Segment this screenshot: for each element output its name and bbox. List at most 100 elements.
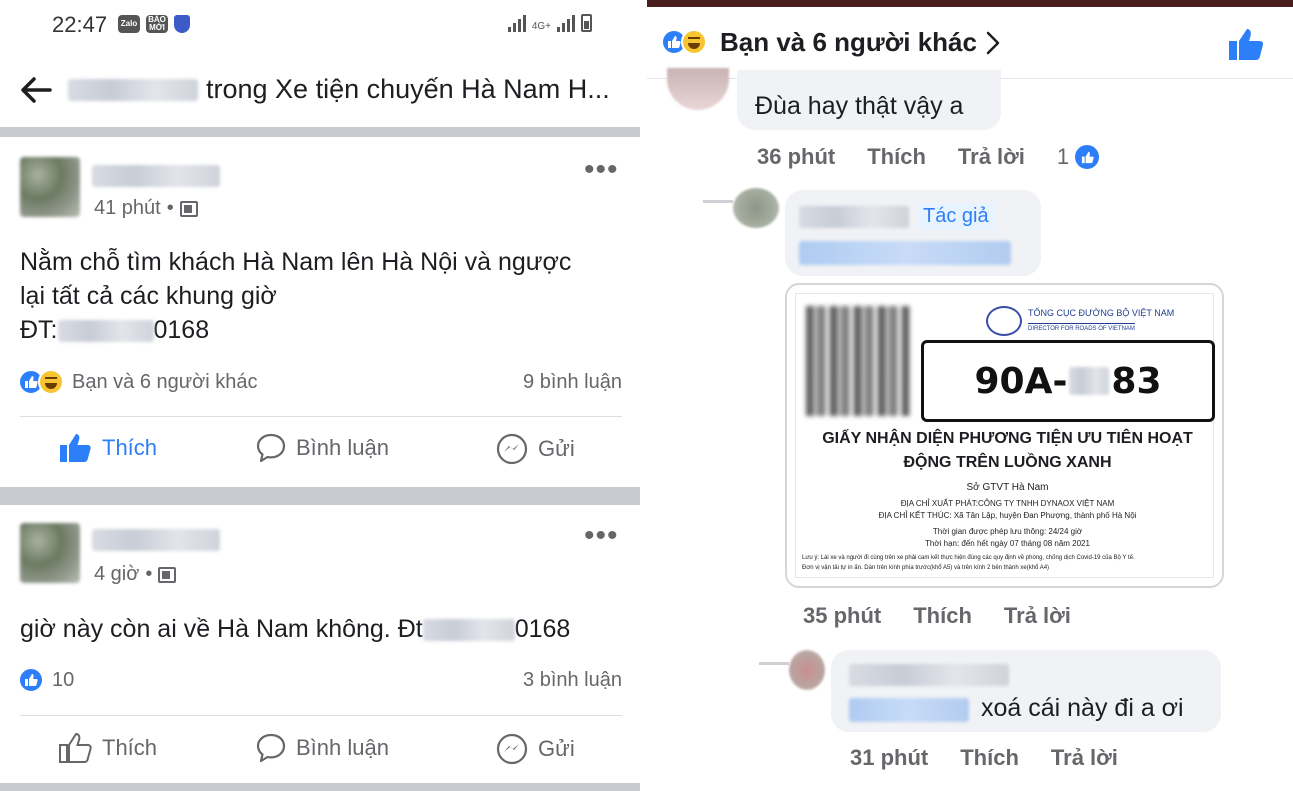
top-strip (647, 0, 1293, 7)
reactions-header-text: Bạn và 6 người khác (720, 27, 977, 57)
left-screenshot: 22:47 Zalo BÁO MỚI 4G+ trong Xe tiện chu… (0, 0, 640, 791)
comment-icon (256, 733, 286, 763)
comment-count[interactable]: 3 bình luận (523, 669, 622, 692)
comment-like-count: 1 (1056, 144, 1070, 169)
post-text-line: Nằm chỗ tìm khách Hà Nam lên Hà Nội và n… (20, 248, 572, 276)
send-button[interactable]: Gửi (496, 733, 575, 765)
blurred-phone (422, 619, 515, 642)
comment-like-button[interactable]: Thích (960, 745, 1019, 771)
reaction-summary[interactable]: 10 3 bình luận (18, 665, 622, 695)
thread-line (759, 662, 789, 665)
comment-actions: 35 phút Thích Trả lời (803, 603, 1103, 629)
post-meta: 41 phút • (94, 197, 198, 220)
agency-logo (986, 306, 1022, 336)
more-icon[interactable]: ••• (584, 521, 619, 551)
group-icon (158, 566, 177, 583)
post-text: giờ này còn ai về Hà Nam không. Đt 0168 (20, 615, 571, 643)
blurred-phone (57, 320, 154, 343)
cert-dept: Sở GTVT Hà Nam (966, 482, 1049, 493)
status-bar: 22:47 Zalo BÁO MỚI 4G+ (0, 0, 640, 50)
post-actions: Thích Bình luận Gửi (0, 433, 640, 473)
like-icon[interactable] (1227, 27, 1263, 61)
haha-icon (38, 369, 64, 395)
avatar[interactable] (789, 650, 825, 690)
blurred-name[interactable] (849, 664, 1009, 686)
like-outline-icon (59, 733, 92, 763)
comment-time[interactable]: 36 phút (757, 144, 835, 170)
avatar[interactable] (667, 68, 729, 110)
author-name-blurred[interactable] (92, 165, 220, 187)
battery-icon (581, 14, 592, 32)
cert-deadline: Thời hạn: đến hết ngày 07 tháng 08 năm 2… (925, 539, 1090, 548)
comment-like-button[interactable]: Thích (867, 144, 926, 170)
cert-title: ĐỘNG TRÊN LUỒNG XANH (903, 454, 1112, 471)
comment-time[interactable]: 31 phút (850, 745, 928, 771)
post-meta: 4 giờ • (94, 563, 177, 586)
comment-button[interactable]: Bình luận (256, 433, 389, 463)
reaction-summary[interactable]: Bạn và 6 người khác 9 bình luận (18, 367, 622, 397)
comment-attachment-image[interactable]: TỔNG CỤC ĐƯỜNG BỘ VIỆT NAM DIRECTOR FOR … (785, 283, 1224, 588)
signal-icon (507, 14, 526, 32)
reactions-header[interactable]: Bạn và 6 người khác (647, 7, 1293, 79)
cert-from: ĐỊA CHỈ XUẤT PHÁT:CÔNG TY TNHH DYNAOX VI… (900, 499, 1115, 508)
comment-actions: 31 phút Thích Trả lời (850, 745, 1150, 771)
comment-like-button[interactable]: Thích (913, 603, 972, 629)
post-text: Nằm chỗ tìm khách Hà Nam lên Hà Nội và n… (20, 245, 620, 347)
status-indicators: 4G+ (507, 14, 592, 32)
post-divider (0, 487, 640, 505)
avatar[interactable] (733, 188, 779, 228)
comment-text: xoá cái này đi a ơi (981, 694, 1184, 722)
separator (20, 416, 622, 417)
dot-separator: • (145, 563, 153, 585)
cert-note: Lưu ý: Lái xe và người đi cùng trên xe p… (802, 555, 1135, 561)
reactions-count: 10 (52, 668, 75, 691)
comment-actions: 36 phút Thích Trả lời 1 (757, 144, 1100, 170)
cert-title: GIẤY NHẬN DIỆN PHƯƠNG TIỆN ƯU TIÊN HOẠT (822, 430, 1193, 447)
chevron-right-icon[interactable] (980, 29, 1006, 57)
thread-line (703, 200, 733, 203)
author-name-blurred[interactable] (92, 529, 220, 551)
like-icon (60, 434, 91, 462)
comment-button[interactable]: Bình luận (256, 733, 389, 763)
avatar[interactable] (20, 157, 80, 217)
post-actions: Thích Bình luận Gửi (0, 733, 640, 773)
comment-text: Đùa hay thật vậy a (755, 92, 964, 120)
more-icon[interactable]: ••• (584, 155, 619, 185)
post-time[interactable]: 41 phút (94, 197, 161, 220)
zalo-icon: Zalo (118, 15, 140, 33)
post-time[interactable]: 4 giờ (94, 563, 139, 586)
send-button[interactable]: Gửi (496, 433, 575, 465)
blurred-name (68, 78, 198, 101)
like-icon (1075, 145, 1100, 169)
blurred-name[interactable] (799, 206, 909, 228)
comment-reply-button[interactable]: Trả lời (958, 144, 1025, 170)
cert-to: ĐỊA CHỈ KẾT THÚC: Xã Tân Lập, huyện Đan … (878, 511, 1137, 520)
cert-org: TỔNG CỤC ĐƯỜNG BỘ VIỆT NAM (1028, 308, 1175, 318)
avatar[interactable] (20, 523, 80, 583)
messenger-icon (496, 433, 528, 465)
blurred-plate (1069, 367, 1110, 395)
license-plate: 90A- 83 (921, 340, 1215, 422)
comment-count[interactable]: 9 bình luận (523, 371, 622, 394)
comment-reply-button[interactable]: Trả lời (1051, 745, 1118, 771)
cert-note: Đơn vị vận tải tự in ấn. Dán trên kính p… (802, 565, 1050, 571)
blurred-mention[interactable] (849, 698, 969, 722)
comment-time[interactable]: 35 phút (803, 603, 881, 629)
separator (20, 715, 622, 716)
like-button[interactable]: Thích (58, 733, 157, 763)
group-icon (179, 200, 198, 217)
baomoi-icon: BÁO MỚI (146, 15, 168, 33)
post-phone: ĐT: 0168 (20, 316, 210, 344)
dot-separator: • (166, 197, 174, 219)
like-icon (18, 667, 44, 693)
like-button[interactable]: Thích (58, 433, 157, 463)
post-text-line: lại tất cả các khung giờ (20, 282, 277, 310)
network-type: 4G+ (531, 21, 551, 32)
back-arrow-icon[interactable] (18, 74, 58, 106)
comment-reply-button[interactable]: Trả lời (1004, 603, 1071, 629)
bottom-divider (0, 783, 640, 791)
status-time: 22:47 (52, 12, 108, 37)
reactions-text: Bạn và 6 người khác (72, 370, 258, 393)
messenger-icon (496, 733, 528, 765)
blurred-mention[interactable] (799, 241, 1011, 265)
